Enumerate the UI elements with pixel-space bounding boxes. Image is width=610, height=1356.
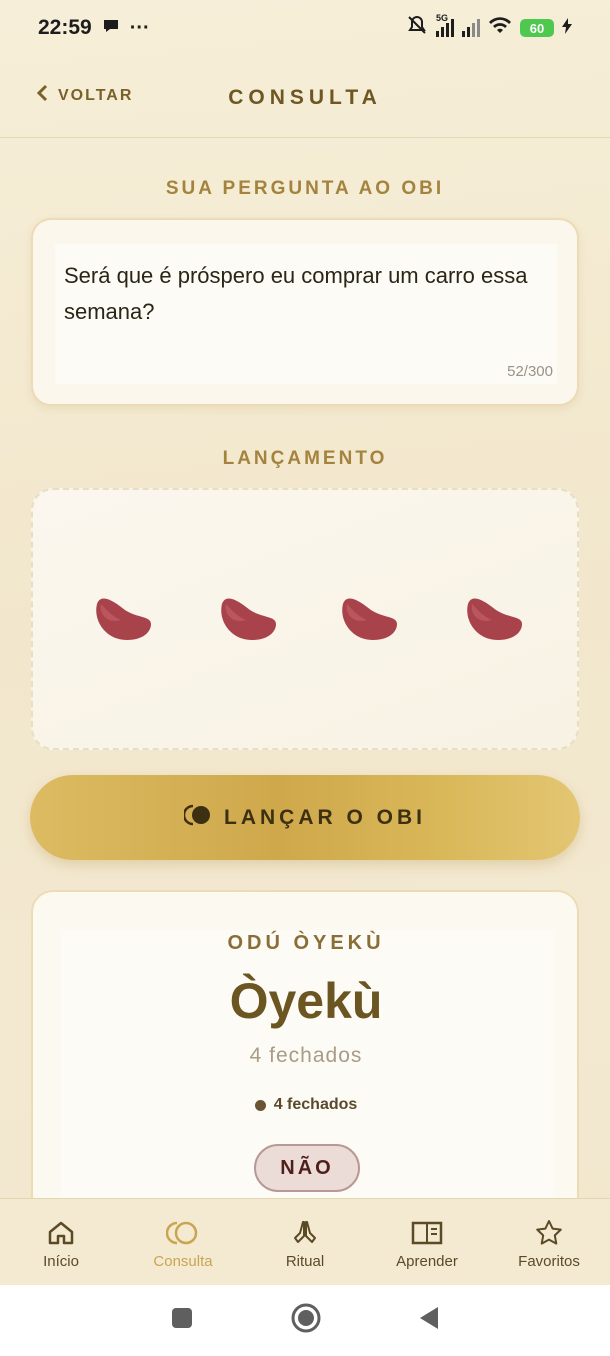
chat-icon [102,17,120,40]
odu-label: ODÚ ÒYEKÙ [227,932,385,954]
nav-item-inicio[interactable]: Início [0,1199,122,1285]
charging-icon [562,17,572,40]
wifi-icon [488,16,512,40]
obi-seed-1 [96,598,151,640]
odu-name: Òyekù [229,973,383,1029]
nav-label-favoritos: Favoritos [518,1253,580,1270]
nav-label-consulta: Consulta [153,1253,213,1270]
result-card: ODÚ ÒYEKÙ Òyekù 4 fechados 4 fechados NÃ… [31,890,579,1230]
char-counter: 52/300 [507,363,553,380]
app-screen: 22:59 ··· 5G 60 VOLTAR CONSULTA SUA PERG… [0,0,610,1356]
nav-label-inicio: Início [43,1253,79,1270]
nav-label-ritual: Ritual [285,1253,325,1270]
recents-button[interactable] [170,1306,194,1335]
question-text: Será que é próspero eu comprar um carro … [64,263,528,324]
question-input[interactable]: Será que é próspero eu comprar um carro … [55,244,557,384]
praying-hands-icon [291,1219,319,1247]
question-section-label: SUA PERGUNTA AO OBI [165,178,445,199]
home-button[interactable] [290,1302,322,1339]
back-nav-button[interactable] [418,1305,440,1336]
nav-item-favoritos[interactable]: Favoritos [488,1199,610,1285]
obi-icon [166,1219,200,1247]
nav-item-aprender[interactable]: Aprender [366,1199,488,1285]
throw-obi-button[interactable]: LANÇAR O OBI [30,775,580,860]
odu-detail-text: 4 fechados [273,1096,358,1113]
question-card: Será que é próspero eu comprar um carro … [31,218,579,406]
obi-seed-4 [467,598,522,640]
odu-subtitle: 4 fechados [249,1044,363,1067]
book-icon [411,1219,443,1247]
mute-icon [406,14,428,42]
system-nav-bar [0,1285,610,1356]
throw-area [31,488,579,750]
obi-seed-2 [221,598,276,640]
nav-item-ritual[interactable]: Ritual [244,1199,366,1285]
signal-icon [462,19,480,37]
status-bar: 22:59 ··· 5G 60 [0,0,610,56]
answer-badge: NÃO [254,1144,360,1192]
closed-dot-icon [254,1099,266,1111]
header: VOLTAR CONSULTA [0,56,610,138]
more-notifications-icon: ··· [129,16,150,39]
status-time: 22:59 [38,16,92,39]
obi-seed-3 [342,598,397,640]
star-icon [535,1219,563,1247]
throw-button-label: LANÇAR O OBI [224,805,426,829]
odu-detail: 4 fechados [33,1096,579,1114]
throw-section-label: LANÇAMENTO [222,448,388,469]
home-icon [47,1219,75,1247]
obi-icon [182,804,212,832]
nav-item-consulta[interactable]: Consulta [122,1199,244,1285]
signal-5g-icon: 5G [436,13,454,37]
bottom-nav: Início Consulta Ritual Aprender Favorito… [0,1198,610,1285]
battery-icon: 60 [520,19,554,37]
page-title: CONSULTA [228,86,382,109]
nav-label-aprender: Aprender [396,1253,458,1270]
network-type-label: 5G [436,13,449,23]
